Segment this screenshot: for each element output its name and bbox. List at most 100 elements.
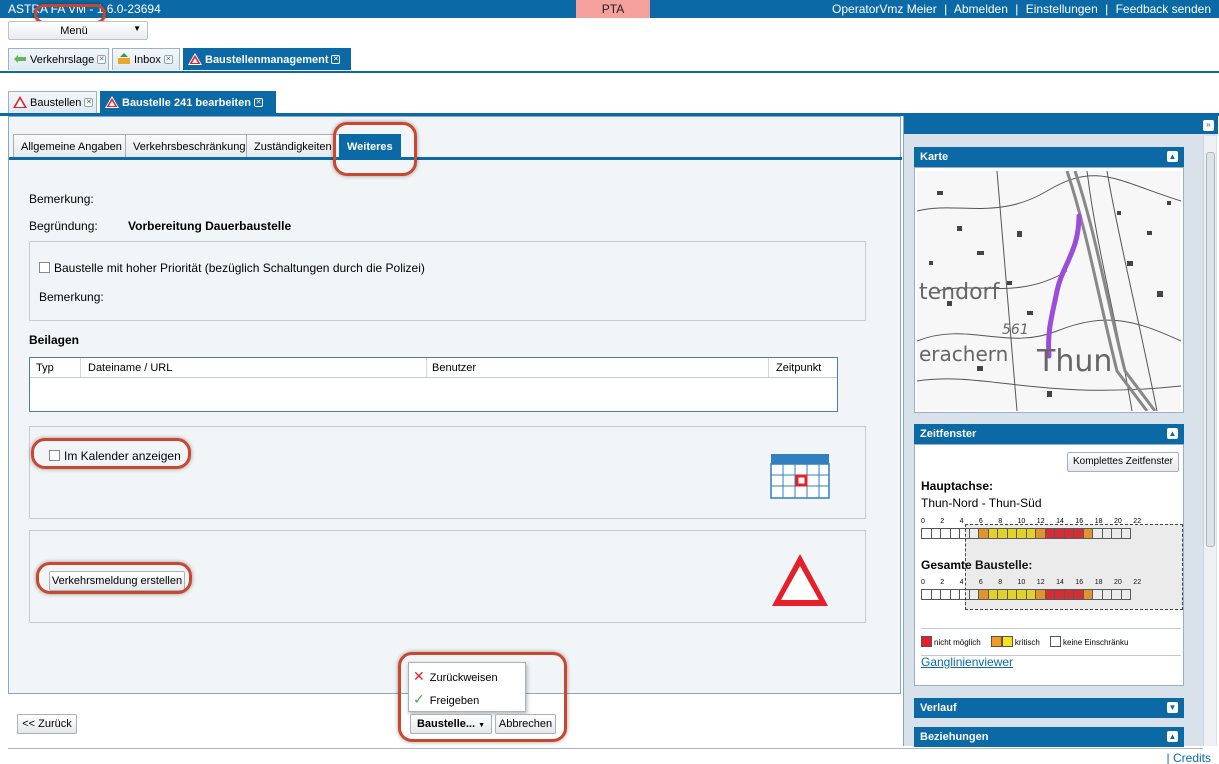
tab-zustaendigkeiten[interactable]: Zuständigkeiten: [246, 134, 340, 157]
menu-label: Menü: [60, 25, 88, 37]
priority-fieldset: Baustelle mit hoher Priorität (bezüglich…: [29, 241, 866, 321]
tab-inbox[interactable]: Inbox ✕: [112, 48, 180, 70]
legend-swatch-white: [1050, 636, 1062, 647]
column-header[interactable]: Benutzer: [432, 362, 476, 374]
tab-label: Inbox: [134, 54, 161, 66]
karte-body: tendorf 561 erachern Thun: [914, 167, 1184, 413]
construction-sign-icon: [188, 53, 202, 65]
hour-label: 4: [959, 579, 964, 586]
time-window-selection[interactable]: [965, 524, 1183, 610]
close-icon[interactable]: ✕: [331, 55, 341, 64]
tab-baustelle-bearbeiten[interactable]: Baustelle 241 bearbeiten ✕: [100, 91, 276, 113]
begruendung-value: Vorbereitung Dauerbaustelle: [128, 219, 292, 233]
ganglinienviewer-link[interactable]: Ganglinienviewer: [921, 655, 1013, 669]
map-view[interactable]: tendorf 561 erachern Thun: [917, 171, 1181, 411]
chevron-down-icon: ▼: [133, 24, 141, 33]
collapse-icon[interactable]: ▲: [1167, 151, 1178, 162]
column-header[interactable]: Dateiname / URL: [88, 362, 172, 374]
separator: |: [1015, 2, 1019, 16]
hour-label: 0: [921, 518, 925, 525]
credits-link[interactable]: | Credits: [1167, 751, 1211, 764]
close-icon[interactable]: ✕: [84, 98, 94, 107]
priority-checkbox[interactable]: [39, 262, 50, 273]
verlauf-title: Verlauf: [920, 702, 957, 714]
tab-label: Verkehrslage: [30, 54, 95, 66]
column-divider: [426, 358, 427, 377]
check-icon: ✓: [413, 691, 425, 707]
priority-row[interactable]: Baustelle mit hoher Priorität (bezüglich…: [39, 261, 425, 275]
menu-item-zurueckweisen[interactable]: ✕ Zurückweisen: [413, 668, 498, 685]
verkehrsmeldung-button[interactable]: Verkehrsmeldung erstellen: [49, 571, 185, 591]
beilagen-table: Typ Dateiname / URL Benutzer Zeitpunkt: [29, 357, 838, 412]
sub-tab-bar: Baustellen ✕ Baustelle 241 bearbeiten ✕: [0, 91, 1219, 116]
tab-weiteres[interactable]: Weiteres: [339, 134, 401, 157]
inner-tab-bar: Allgemeine Angaben Verkehrsbeschränkung …: [9, 132, 902, 160]
tab-label: Baustellenmanagement: [205, 54, 329, 66]
baustelle-menu-label: Baustelle...: [416, 718, 476, 730]
legend-swatch-yellow: [1001, 636, 1013, 647]
scrollbar-thumb[interactable]: [1206, 152, 1215, 547]
traffic-fieldset: Verkehrsmeldung erstellen: [29, 530, 866, 623]
calendar-checkbox[interactable]: [49, 450, 60, 461]
tab-baustellenmanagement[interactable]: Baustellenmanagement ✕: [183, 48, 351, 70]
beziehungen-header[interactable]: Beziehungen ▲: [914, 727, 1184, 747]
legend: nicht möglich kritisch keine Einschränku: [921, 636, 1128, 647]
back-button[interactable]: << Zurück: [17, 714, 77, 734]
tab-verkehrsbeschraenkung[interactable]: Verkehrsbeschränkung: [125, 134, 254, 157]
tab-label: Baustelle 241 bearbeiten: [122, 97, 252, 109]
top-links: OperatorVmz Meier | Abmelden | Einstellu…: [832, 2, 1211, 16]
separator: |: [944, 2, 948, 16]
reject-icon: ✕: [413, 668, 425, 684]
zeitfenster-header[interactable]: Zeitfenster ▲: [914, 424, 1184, 444]
column-header[interactable]: Typ: [36, 362, 54, 374]
app-title: ASTRA FA VM - 1.6.0-23694: [8, 2, 161, 16]
map-label: Thun: [1036, 344, 1112, 379]
calendar-checkbox-label: Im Kalender anzeigen: [64, 449, 181, 463]
legend-swatch-red: [921, 636, 932, 647]
cancel-button[interactable]: Abbrechen: [495, 714, 556, 734]
map-label: tendorf: [919, 280, 1001, 305]
feedback-link[interactable]: Feedback senden: [1116, 2, 1211, 16]
legend-label: kritisch: [1014, 638, 1040, 647]
collapse-sidebar-icon[interactable]: »: [1203, 120, 1214, 131]
calendar-icon: [770, 454, 830, 499]
map-label: 561: [1002, 322, 1029, 338]
collapse-icon[interactable]: ▲: [1167, 428, 1178, 439]
settings-link[interactable]: Einstellungen: [1026, 2, 1098, 16]
hauptachse-label: Hauptachse:: [921, 479, 994, 493]
komplettes-zeitfenster-button[interactable]: Komplettes Zeitfenster: [1067, 452, 1179, 472]
menu-item-label: Freigeben: [429, 695, 480, 707]
verlauf-header[interactable]: Verlauf ▼: [914, 698, 1184, 718]
user-name[interactable]: OperatorVmz Meier: [832, 2, 937, 16]
close-icon[interactable]: ✕: [97, 55, 107, 64]
tab-allgemeine-angaben[interactable]: Allgemeine Angaben: [13, 134, 130, 157]
karte-header[interactable]: Karte ▲: [914, 147, 1184, 167]
bemerkung2-label: Bemerkung:: [39, 290, 104, 304]
calendar-row[interactable]: Im Kalender anzeigen: [49, 449, 181, 463]
hour-label: 0: [921, 579, 925, 586]
sidebar-scrollbar[interactable]: [1203, 136, 1216, 746]
expand-icon[interactable]: ▼: [1167, 702, 1178, 713]
menu-item-freigeben[interactable]: ✓ Freigeben: [413, 691, 479, 708]
column-divider: [80, 358, 81, 377]
column-header[interactable]: Zeitpunkt: [776, 362, 821, 374]
warning-triangle-icon: [772, 554, 828, 606]
close-icon[interactable]: ✕: [163, 55, 173, 64]
inbox-icon: [118, 53, 130, 64]
chevron-down-icon: ▼: [478, 722, 486, 729]
baustelle-menu-button[interactable]: Baustelle... ▼: [410, 714, 492, 734]
construction-sign-icon: [13, 96, 27, 108]
tab-baustellen[interactable]: Baustellen ✕: [8, 91, 97, 113]
menu-button[interactable]: Menü ▼: [8, 21, 148, 40]
right-sidebar: » Karte ▲ tendorf 561 erachern Thun Zeit…: [903, 116, 1218, 747]
collapse-icon[interactable]: ▲: [1167, 731, 1178, 742]
legend-swatch-orange: [990, 636, 1002, 647]
logout-link[interactable]: Abmelden: [954, 2, 1008, 16]
zeitfenster-body: Komplettes Zeitfenster Hauptachse: Thun-…: [914, 444, 1184, 686]
begruendung-label: Begründung:: [29, 219, 98, 233]
tab-verkehrslage[interactable]: Verkehrslage ✕: [8, 48, 109, 70]
separator: |: [1105, 2, 1109, 16]
close-icon[interactable]: ✕: [254, 98, 264, 107]
map-label: erachern: [919, 342, 1008, 366]
content-panel: Allgemeine Angaben Verkehrsbeschränkung …: [8, 116, 902, 694]
